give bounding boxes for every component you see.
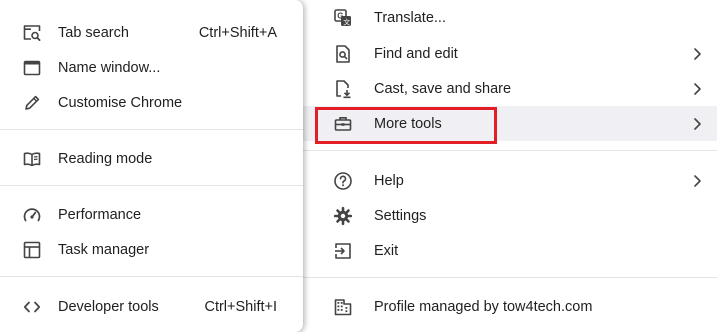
submenu-item-name-window[interactable]: Name window... [0, 50, 303, 85]
cast-save-share-icon [333, 79, 353, 99]
menu-item-label: More tools [374, 115, 442, 132]
menu-separator [0, 185, 303, 186]
submenu-item-label: Developer tools [58, 298, 159, 315]
submenu-item-label: Reading mode [58, 150, 153, 167]
menu-item-help[interactable]: Help [303, 163, 717, 198]
building-icon [333, 297, 353, 317]
submenu-item-label: Performance [58, 206, 142, 223]
submenu-item-task-manager[interactable]: Task manager [0, 232, 303, 267]
keyboard-shortcut: Ctrl+Shift+A [198, 24, 277, 41]
submenu-item-label: Customise Chrome [58, 94, 183, 111]
menu-item-label: Translate... [374, 9, 446, 26]
submenu-item-customise-chrome[interactable]: Customise Chrome [0, 85, 303, 120]
gear-icon [333, 206, 353, 226]
submenu-item-label: Task manager [58, 241, 150, 258]
window-icon [22, 58, 42, 78]
menu-item-profile-managed[interactable]: Profile managed by tow4tech.com [303, 289, 717, 324]
exit-icon [333, 241, 353, 261]
more-tools-submenu: Tab search Ctrl+Shift+A Name window... C… [0, 0, 303, 332]
menu-item-find-and-edit[interactable]: Find and edit [303, 36, 717, 71]
menu-item-label: Settings [374, 207, 427, 224]
menu-separator [0, 276, 303, 277]
pencil-icon [22, 93, 42, 113]
svg-text:文: 文 [343, 17, 350, 26]
tab-search-icon [22, 23, 42, 43]
submenu-item-developer-tools[interactable]: Developer tools Ctrl+Shift+I [0, 289, 303, 324]
submenu-item-tab-search[interactable]: Tab search Ctrl+Shift+A [0, 15, 303, 50]
chevron-right-icon [691, 116, 703, 132]
menu-item-label: Profile managed by tow4tech.com [374, 298, 593, 315]
chevron-right-icon [691, 81, 703, 97]
menu-item-cast-save-share[interactable]: Cast, save and share [303, 71, 717, 106]
menu-item-label: Find and edit [374, 45, 458, 62]
submenu-item-reading-mode[interactable]: Reading mode [0, 141, 303, 176]
chrome-main-menu: G 文 Translate... Find and edit Cast, sav… [303, 0, 717, 332]
menu-item-settings[interactable]: Settings [303, 198, 717, 233]
submenu-item-performance[interactable]: Performance [0, 197, 303, 232]
keyboard-shortcut: Ctrl+Shift+I [204, 298, 277, 315]
menu-item-label: Exit [374, 242, 399, 259]
task-manager-icon [22, 240, 42, 260]
menu-item-exit[interactable]: Exit [303, 233, 717, 268]
chevron-right-icon [691, 173, 703, 189]
find-icon [333, 44, 353, 64]
menu-item-label: Help [374, 172, 404, 189]
submenu-item-label: Name window... [58, 59, 161, 76]
toolbox-icon [333, 114, 353, 134]
menu-separator [303, 150, 717, 151]
help-icon [333, 171, 353, 191]
menu-separator [303, 277, 717, 278]
menu-item-more-tools[interactable]: More tools [303, 106, 717, 141]
menu-item-translate[interactable]: G 文 Translate... [303, 0, 717, 35]
menu-item-label: Cast, save and share [374, 80, 512, 97]
submenu-item-label: Tab search [58, 24, 129, 41]
code-icon [22, 297, 42, 317]
book-icon [22, 149, 42, 169]
speedometer-icon [22, 205, 42, 225]
menu-separator [0, 129, 303, 130]
translate-icon: G 文 [333, 8, 353, 28]
chevron-right-icon [691, 46, 703, 62]
